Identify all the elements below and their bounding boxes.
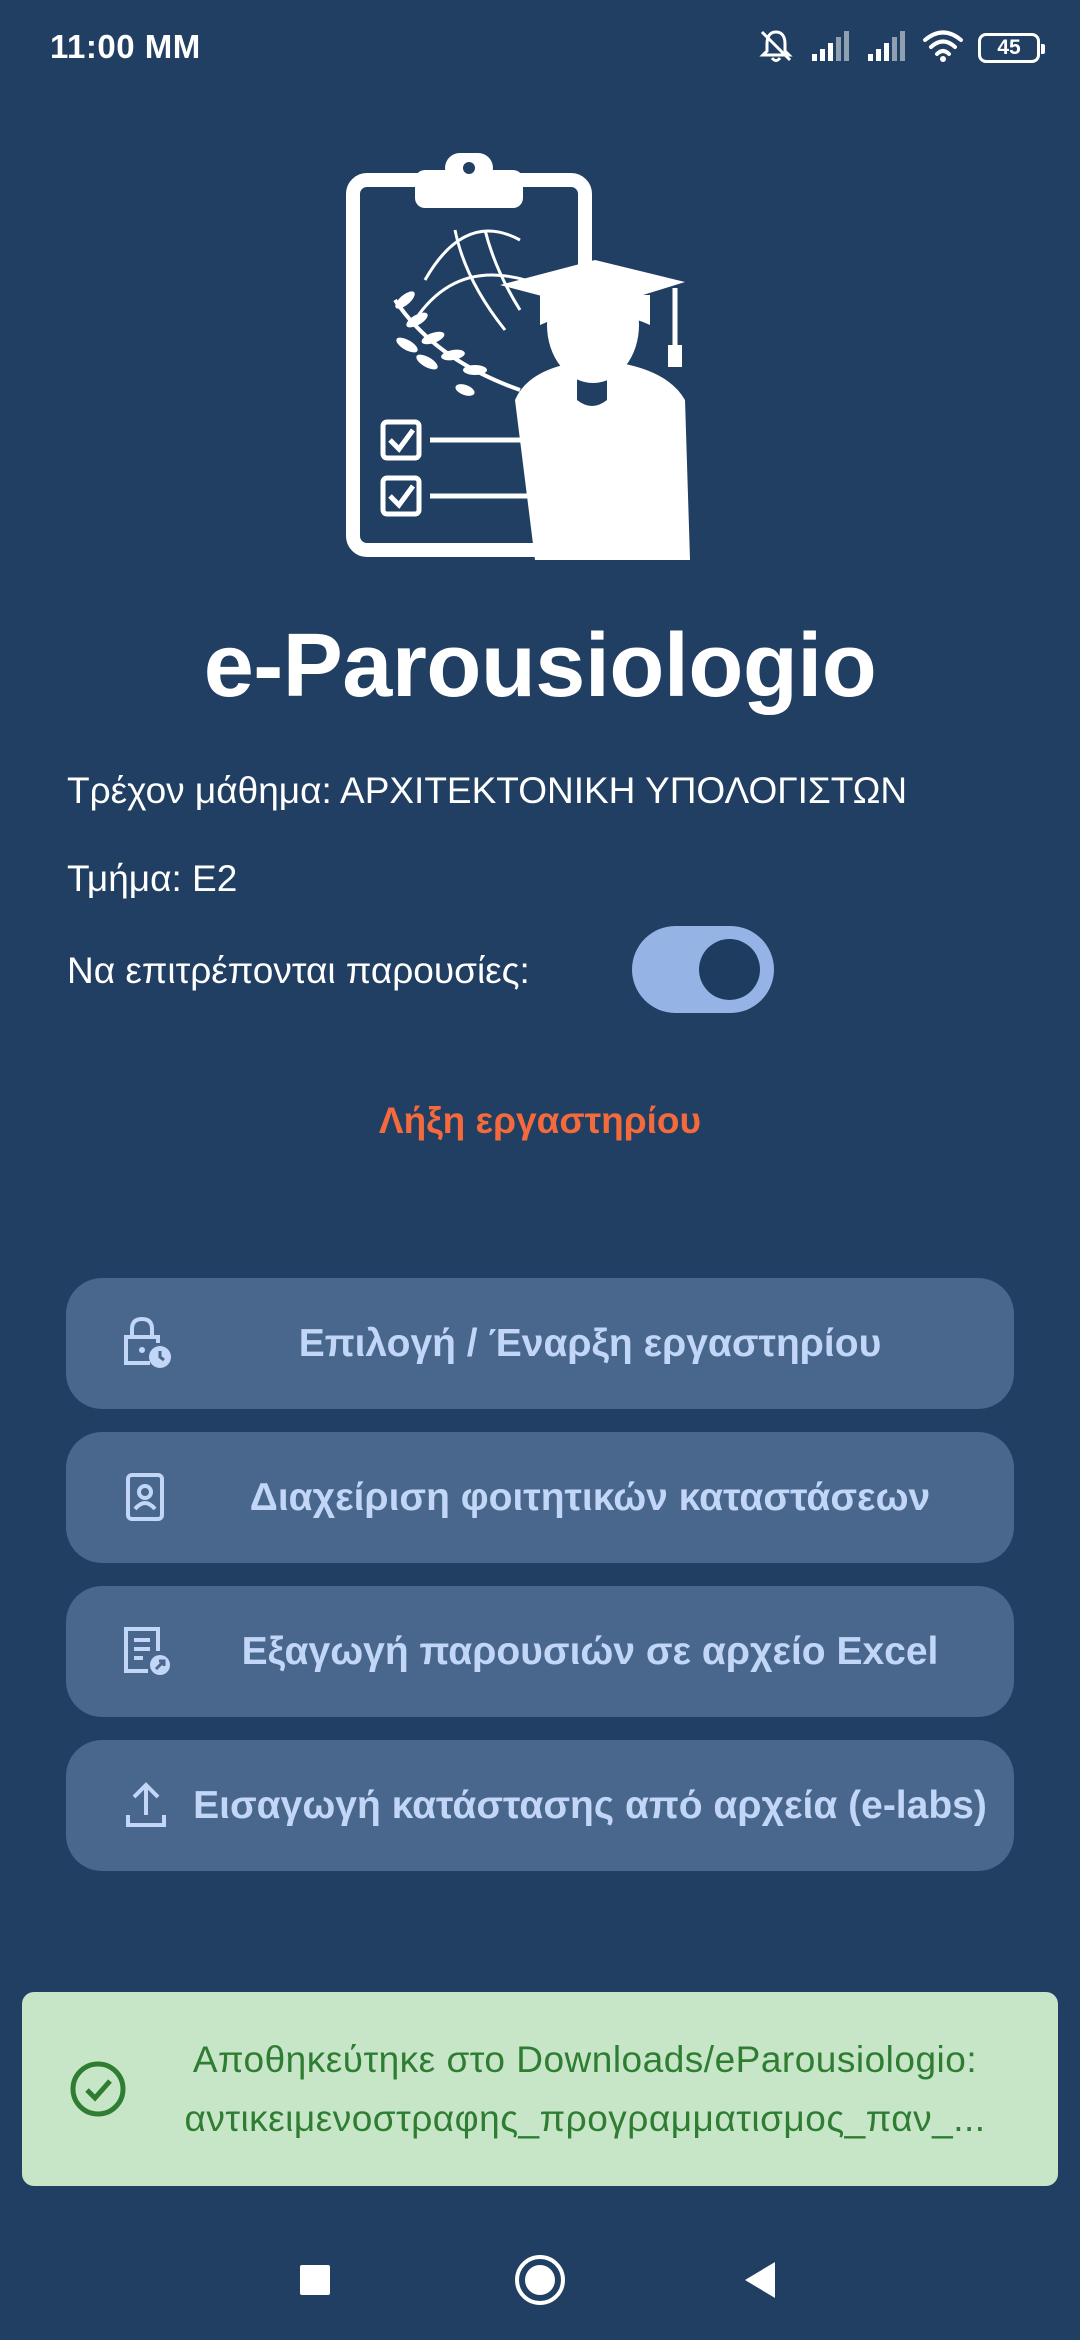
toggle-knob: [699, 939, 760, 1000]
document-export-icon: [116, 1621, 176, 1681]
snackbar-message: Αποθηκεύτηκε στο Downloads/eParousiologi…: [152, 2030, 1018, 2148]
student-card-icon: [116, 1467, 176, 1527]
battery-icon: 45: [978, 33, 1045, 63]
status-bar: 11:00 ΜΜ 45: [0, 0, 1080, 96]
snackbar-line-1: Αποθηκεύτηκε στο Downloads/eParousiologi…: [192, 2039, 978, 2080]
department-text: Τμήμα: Ε2: [67, 858, 238, 899]
export-excel-label: Εξαγωγή παρουσιών σε αρχείο Excel: [241, 1629, 939, 1673]
end-lab-button[interactable]: Λήξη εργαστηρίου: [0, 1100, 1080, 1142]
recents-square-icon[interactable]: [280, 2245, 350, 2315]
snackbar-line-2: αντικειμενοστραφης_προγραμματισμος_παν_.…: [184, 2098, 986, 2139]
allow-attendance-label: Να επιτρέπονται παρουσίες:: [67, 950, 530, 991]
start-lab-button[interactable]: Επιλογή / Έναρξη εργαστηρίου: [66, 1278, 1014, 1409]
home-circle-icon[interactable]: [505, 2245, 575, 2315]
app-logo: [345, 150, 735, 565]
app-title: e-Parousiologio: [203, 616, 877, 716]
start-lab-label: Επιλογή / Έναρξη εργαστηρίου: [298, 1321, 882, 1365]
check-circle-icon: [68, 2059, 128, 2119]
manage-student-status-label: Διαχείριση φοιτητικών καταστάσεων: [249, 1475, 931, 1519]
upload-icon: [116, 1775, 176, 1835]
status-icons: 45: [756, 26, 1045, 71]
import-elabs-button[interactable]: Εισαγωγή κατάστασης από αρχεία (e-labs): [66, 1740, 1014, 1871]
wifi-icon: [922, 29, 964, 68]
current-course-text: Τρέχον μάθημα: ΑΡΧΙΤΕΚΤΟΝΙΚΗ ΥΠΟΛΟΓΙΣΤΩΝ: [67, 770, 908, 811]
import-elabs-label: Εισαγωγή κατάστασης από αρχεία (e-labs): [193, 1783, 987, 1827]
lock-clock-icon: [116, 1313, 176, 1373]
status-time: 11:00 ΜΜ: [50, 28, 201, 65]
back-triangle-icon[interactable]: [725, 2245, 795, 2315]
manage-student-status-button[interactable]: Διαχείριση φοιτητικών καταστάσεων: [66, 1432, 1014, 1563]
signal-icon: [810, 29, 852, 68]
battery-level: 45: [997, 36, 1021, 59]
export-excel-button[interactable]: Εξαγωγή παρουσιών σε αρχείο Excel: [66, 1586, 1014, 1717]
saved-snackbar: Αποθηκεύτηκε στο Downloads/eParousiologi…: [22, 1992, 1058, 2186]
signal-icon: [866, 29, 908, 68]
mute-icon: [756, 26, 796, 71]
allow-attendance-toggle[interactable]: [632, 926, 774, 1013]
